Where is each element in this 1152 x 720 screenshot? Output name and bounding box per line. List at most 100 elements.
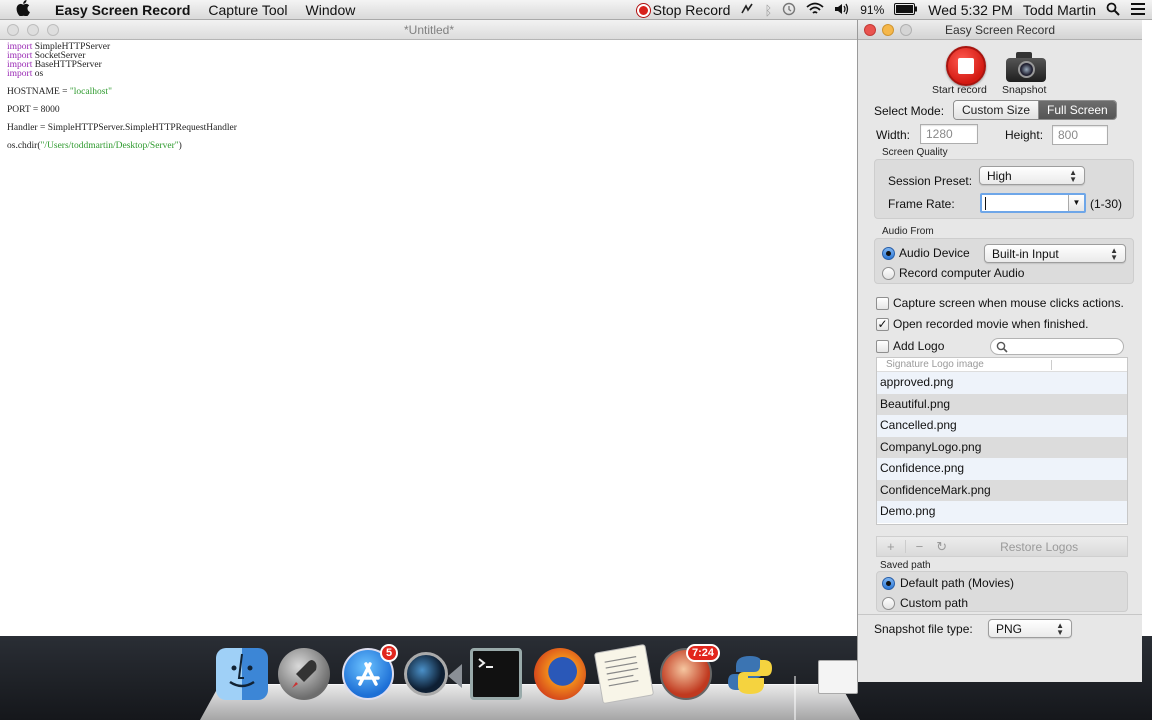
width-field[interactable]: 1280	[920, 124, 978, 144]
capture-mouse-label: Capture screen when mouse clicks actions…	[893, 296, 1124, 310]
menu-window[interactable]: Window	[297, 2, 365, 18]
refresh-icon[interactable]: ↻	[933, 539, 950, 555]
radio-selected-icon	[882, 246, 895, 260]
code-text: HOSTNAME =	[7, 87, 70, 97]
audio-device-value: Built-in Input	[992, 246, 1059, 261]
snapshot-type-value: PNG	[996, 621, 1023, 636]
stop-record-label: Stop Record	[652, 2, 731, 18]
panel-title: Easy Screen Record	[944, 23, 1056, 37]
session-preset-value: High	[987, 168, 1012, 183]
firefox-icon[interactable]	[534, 648, 586, 700]
logo-list-item[interactable]: CompanyLogo.png	[877, 436, 1127, 458]
height-label: Height:	[1005, 128, 1044, 142]
code-text: Handler = SimpleHTTPServer.SimpleHTTPReq…	[7, 123, 237, 133]
logo-list-item[interactable]: Cancelled.png	[877, 415, 1127, 437]
frame-rate-combobox[interactable]: ▼	[980, 193, 1086, 213]
record-computer-audio-radio[interactable]: Record computer Audio	[882, 266, 1024, 280]
code-line: os.chdir("/Users/toddmartin/Desktop/Serv…	[7, 141, 851, 151]
time-machine-icon[interactable]	[782, 2, 796, 19]
code-text: )	[178, 141, 182, 151]
snapshot-type-label: Snapshot file type:	[874, 622, 973, 636]
dock-separator	[794, 676, 796, 720]
battery-percent: 91%	[860, 3, 885, 17]
audio-from-label: Audio From	[882, 226, 934, 237]
python-icon[interactable]	[724, 648, 776, 700]
logo-list-item[interactable]: approved.png	[877, 372, 1127, 394]
menubar-clock[interactable]: Wed 5:32 PM	[928, 2, 1013, 18]
apple-menu-icon[interactable]	[0, 0, 46, 19]
updown-arrows-icon: ▲ ▼	[1069, 167, 1077, 184]
logo-search-field[interactable]	[990, 338, 1124, 355]
snapshot-button[interactable]	[1006, 52, 1046, 82]
custom-path-radio[interactable]: Custom path	[882, 596, 968, 610]
menu-bar: Easy Screen Record Capture Tool Window S…	[0, 0, 1152, 20]
notification-center-icon[interactable]	[1130, 2, 1146, 18]
battery-icon[interactable]	[894, 2, 918, 18]
code-keyword: import	[7, 69, 33, 79]
textedit-icon[interactable]	[593, 643, 655, 705]
terminal-icon[interactable]	[470, 648, 522, 700]
code-line: import SimpleHTTPServer	[7, 42, 851, 52]
session-preset-popup[interactable]: High ▲ ▼	[979, 166, 1085, 185]
mode-custom-size[interactable]: Custom Size	[954, 101, 1040, 119]
menu-capture-tool[interactable]: Capture Tool	[199, 2, 296, 18]
capture-mouse-checkbox[interactable]: Capture screen when mouse clicks actions…	[876, 296, 1124, 310]
bluetooth-icon[interactable]: ᛒ	[764, 3, 772, 18]
search-icon	[996, 341, 1008, 353]
code-line: import os	[7, 69, 851, 79]
checkbox-unchecked-icon	[876, 296, 889, 310]
open-movie-checkbox[interactable]: ✓ Open recorded movie when finished.	[876, 317, 1088, 331]
minimized-window-icon[interactable]	[818, 660, 858, 694]
script-icon[interactable]	[740, 2, 754, 19]
logo-list-item[interactable]: Demo.png	[877, 501, 1127, 523]
remove-logo-button[interactable]: −	[906, 539, 934, 554]
code-line: import SocketServer	[7, 51, 851, 61]
menu-app-name[interactable]: Easy Screen Record	[46, 2, 199, 18]
menubar-user[interactable]: Todd Martin	[1023, 2, 1096, 18]
code-text: os	[32, 69, 44, 79]
camera-lens	[1018, 61, 1035, 78]
finder-icon[interactable]	[216, 648, 268, 700]
easy-screen-record-window: Easy Screen Record Start record Snapshot…	[857, 20, 1142, 682]
record-dot-icon	[636, 3, 650, 17]
stop-record-button[interactable]: Stop Record	[636, 2, 731, 18]
snapshot-type-popup[interactable]: PNG ▲ ▼	[988, 619, 1072, 638]
logo-list-item[interactable]: Confidence.png	[877, 458, 1127, 480]
code-text: PORT = 8000	[7, 105, 60, 115]
radio-unselected-icon	[882, 596, 895, 610]
code-line: HOSTNAME = "localhost"	[7, 87, 851, 97]
editor-titlebar: *Untitled*	[0, 20, 858, 40]
restore-logos-button[interactable]: Restore Logos	[1000, 540, 1078, 554]
mode-full-screen[interactable]: Full Screen	[1039, 101, 1116, 119]
checkbox-checked-icon: ✓	[876, 316, 889, 331]
volume-icon[interactable]	[834, 2, 850, 19]
code-line: Handler = SimpleHTTPServer.SimpleHTTPReq…	[7, 123, 851, 133]
add-logo-checkbox[interactable]: Add Logo	[876, 339, 944, 353]
logo-list-item[interactable]: Beautiful.png	[877, 393, 1127, 415]
chevron-down-icon[interactable]: ▼	[1068, 195, 1084, 211]
spotlight-search-icon[interactable]	[1106, 2, 1120, 19]
list-column-header[interactable]: Signature Logo image	[877, 358, 1127, 372]
record-computer-audio-label: Record computer Audio	[899, 266, 1025, 280]
snapshot-label: Snapshot	[1002, 84, 1047, 96]
audio-device-radio[interactable]: Audio Device	[882, 246, 970, 260]
clock-badge: 7:24	[686, 644, 721, 662]
start-record-button[interactable]	[946, 46, 986, 86]
audio-device-popup[interactable]: Built-in Input ▲ ▼	[984, 244, 1126, 263]
dock: 5 7:24	[200, 636, 860, 720]
default-path-radio[interactable]: Default path (Movies)	[882, 576, 1014, 590]
facetime-camera-icon	[448, 664, 462, 688]
wifi-icon[interactable]	[806, 2, 824, 19]
add-logo-button[interactable]: +	[877, 539, 905, 554]
custom-path-label: Custom path	[900, 596, 969, 610]
start-record-label: Start record	[932, 84, 987, 96]
radio-selected-icon	[882, 576, 895, 590]
open-movie-label: Open recorded movie when finished.	[893, 317, 1089, 331]
facetime-icon[interactable]	[404, 652, 448, 696]
stop-square-icon	[958, 58, 974, 74]
launchpad-icon[interactable]	[278, 648, 330, 700]
code-editor[interactable]: import SimpleHTTPServer import SocketServ…	[0, 40, 858, 154]
logo-list-item[interactable]: ConfidenceMark.png	[877, 479, 1127, 501]
height-field[interactable]: 800	[1052, 125, 1108, 145]
